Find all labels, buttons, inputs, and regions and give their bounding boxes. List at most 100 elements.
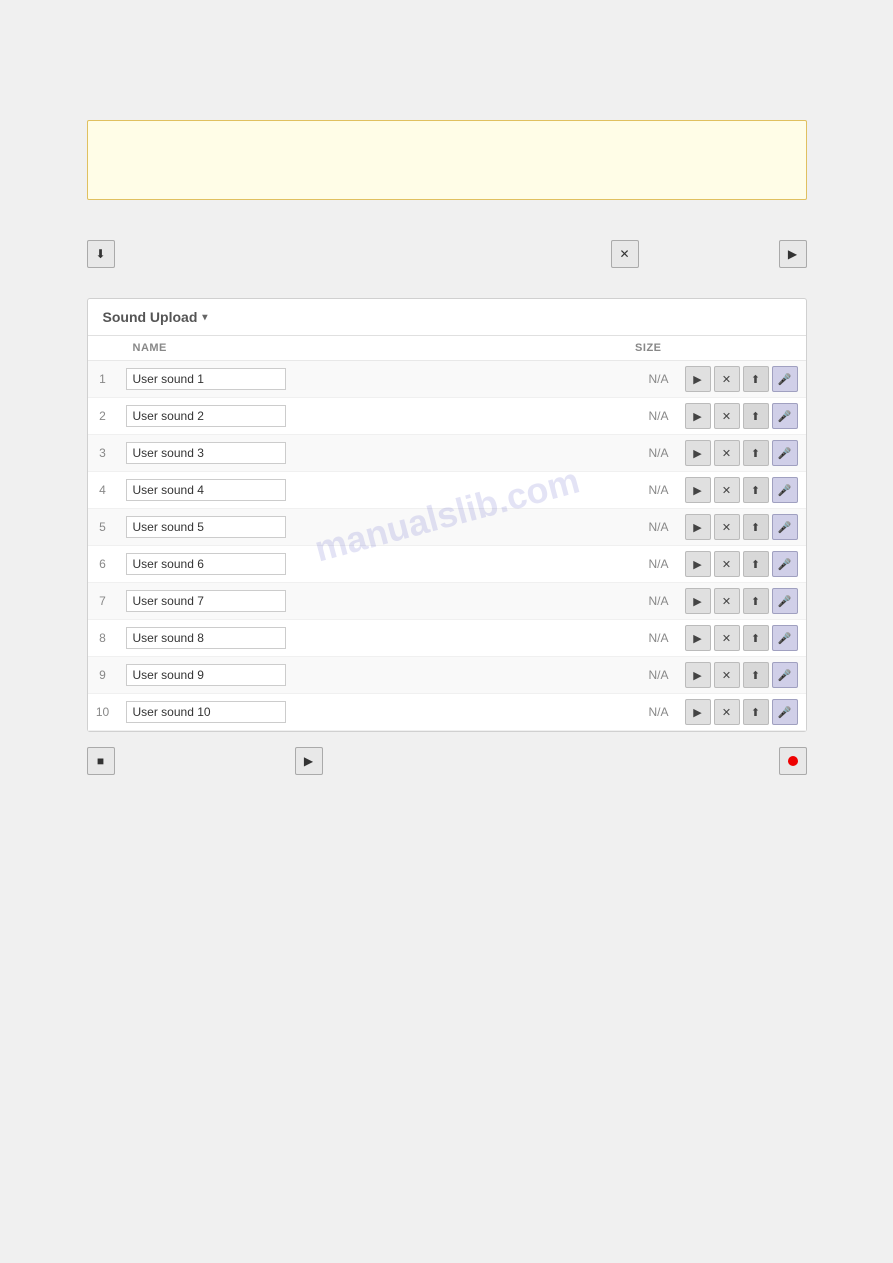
close-top-button[interactable]: ✕	[611, 240, 639, 268]
record-sound-button[interactable]: 🎤	[772, 625, 798, 651]
row-name-cell	[118, 657, 318, 694]
play-sound-button[interactable]: ▶	[685, 366, 711, 392]
row-number: 6	[88, 546, 118, 583]
record-sound-button[interactable]: 🎤	[772, 551, 798, 577]
sound-name-input[interactable]	[126, 368, 286, 390]
action-buttons-group: ▶ ✕ ⬆ 🎤	[685, 588, 798, 614]
table-row: 5 N/A ▶ ✕ ⬆ 🎤	[88, 509, 806, 546]
record-sound-button[interactable]: 🎤	[772, 699, 798, 725]
row-name-cell	[118, 361, 318, 398]
row-actions: ▶ ✕ ⬆ 🎤	[677, 361, 806, 398]
record-sound-button[interactable]: 🎤	[772, 514, 798, 540]
sound-name-input[interactable]	[126, 405, 286, 427]
sound-name-input[interactable]	[126, 442, 286, 464]
play-sound-button[interactable]: ▶	[685, 514, 711, 540]
clear-sound-button[interactable]: ✕	[714, 440, 740, 466]
play-bottom-button[interactable]: ▶	[295, 747, 323, 775]
row-name-cell	[118, 620, 318, 657]
sound-table-header-row: NAME SIZE	[88, 336, 806, 361]
close-icon: ✕	[619, 247, 629, 261]
row-number: 10	[88, 694, 118, 731]
play-top-button[interactable]: ▶	[779, 240, 807, 268]
upload-sound-button[interactable]: ⬆	[743, 514, 769, 540]
play-sound-button[interactable]: ▶	[685, 588, 711, 614]
page-wrapper: ⬇ ✕ ▶ Sound Upload ▾ NAME SIZE	[0, 0, 893, 1263]
download-button[interactable]: ⬇	[87, 240, 115, 268]
upload-sound-button[interactable]: ⬆	[743, 625, 769, 651]
record-sound-button[interactable]: 🎤	[772, 477, 798, 503]
play-sound-button[interactable]: ▶	[685, 440, 711, 466]
record-button[interactable]	[779, 747, 807, 775]
row-actions: ▶ ✕ ⬆ 🎤	[677, 472, 806, 509]
record-sound-button[interactable]: 🎤	[772, 366, 798, 392]
sound-name-input[interactable]	[126, 664, 286, 686]
row-number: 9	[88, 657, 118, 694]
clear-sound-button[interactable]: ✕	[714, 514, 740, 540]
sound-name-input[interactable]	[126, 701, 286, 723]
play-sound-button[interactable]: ▶	[685, 403, 711, 429]
play-top-icon: ▶	[788, 247, 797, 261]
row-name-cell	[118, 583, 318, 620]
record-sound-button[interactable]: 🎤	[772, 440, 798, 466]
row-name-cell	[118, 472, 318, 509]
row-size: N/A	[318, 398, 677, 435]
row-actions: ▶ ✕ ⬆ 🎤	[677, 620, 806, 657]
table-row: 2 N/A ▶ ✕ ⬆ 🎤	[88, 398, 806, 435]
upload-sound-button[interactable]: ⬆	[743, 366, 769, 392]
clear-sound-button[interactable]: ✕	[714, 588, 740, 614]
bottom-controls: ■ ▶	[87, 747, 807, 775]
sound-section-title: Sound Upload	[103, 309, 198, 325]
play-sound-button[interactable]: ▶	[685, 662, 711, 688]
play-sound-button[interactable]: ▶	[685, 477, 711, 503]
upload-sound-button[interactable]: ⬆	[743, 403, 769, 429]
row-actions: ▶ ✕ ⬆ 🎤	[677, 398, 806, 435]
table-row: 1 N/A ▶ ✕ ⬆ 🎤	[88, 361, 806, 398]
table-row: 7 N/A ▶ ✕ ⬆ 🎤	[88, 583, 806, 620]
row-actions: ▶ ✕ ⬆ 🎤	[677, 435, 806, 472]
clear-sound-button[interactable]: ✕	[714, 662, 740, 688]
sound-name-input[interactable]	[126, 590, 286, 612]
sound-name-input[interactable]	[126, 479, 286, 501]
row-number: 7	[88, 583, 118, 620]
record-sound-button[interactable]: 🎤	[772, 588, 798, 614]
clear-sound-button[interactable]: ✕	[714, 403, 740, 429]
play-bottom-icon: ▶	[304, 754, 313, 768]
row-name-cell	[118, 546, 318, 583]
upload-sound-button[interactable]: ⬆	[743, 699, 769, 725]
upload-sound-button[interactable]: ⬆	[743, 440, 769, 466]
row-size: N/A	[318, 694, 677, 731]
row-actions: ▶ ✕ ⬆ 🎤	[677, 583, 806, 620]
row-name-cell	[118, 398, 318, 435]
action-buttons-group: ▶ ✕ ⬆ 🎤	[685, 477, 798, 503]
upload-sound-button[interactable]: ⬆	[743, 588, 769, 614]
sound-name-input[interactable]	[126, 627, 286, 649]
col-num	[88, 336, 118, 361]
action-buttons-group: ▶ ✕ ⬆ 🎤	[685, 662, 798, 688]
stop-button[interactable]: ■	[87, 747, 115, 775]
play-sound-button[interactable]: ▶	[685, 699, 711, 725]
sound-section-container: Sound Upload ▾ NAME SIZE 1 N/A	[40, 298, 853, 732]
clear-sound-button[interactable]: ✕	[714, 625, 740, 651]
play-sound-button[interactable]: ▶	[685, 625, 711, 651]
upload-sound-button[interactable]: ⬆	[743, 477, 769, 503]
clear-sound-button[interactable]: ✕	[714, 551, 740, 577]
clear-sound-button[interactable]: ✕	[714, 477, 740, 503]
col-size: SIZE	[318, 336, 677, 361]
row-number: 8	[88, 620, 118, 657]
row-name-cell	[118, 694, 318, 731]
play-sound-button[interactable]: ▶	[685, 551, 711, 577]
record-sound-button[interactable]: 🎤	[772, 403, 798, 429]
row-size: N/A	[318, 583, 677, 620]
sound-name-input[interactable]	[126, 516, 286, 538]
row-size: N/A	[318, 509, 677, 546]
action-buttons-group: ▶ ✕ ⬆ 🎤	[685, 699, 798, 725]
clear-sound-button[interactable]: ✕	[714, 699, 740, 725]
sound-name-input[interactable]	[126, 553, 286, 575]
clear-sound-button[interactable]: ✕	[714, 366, 740, 392]
row-size: N/A	[318, 546, 677, 583]
record-sound-button[interactable]: 🎤	[772, 662, 798, 688]
sound-table-body: 1 N/A ▶ ✕ ⬆ 🎤 2 N/A ▶	[88, 361, 806, 731]
upload-sound-button[interactable]: ⬆	[743, 551, 769, 577]
upload-sound-button[interactable]: ⬆	[743, 662, 769, 688]
col-name: NAME	[118, 336, 318, 361]
